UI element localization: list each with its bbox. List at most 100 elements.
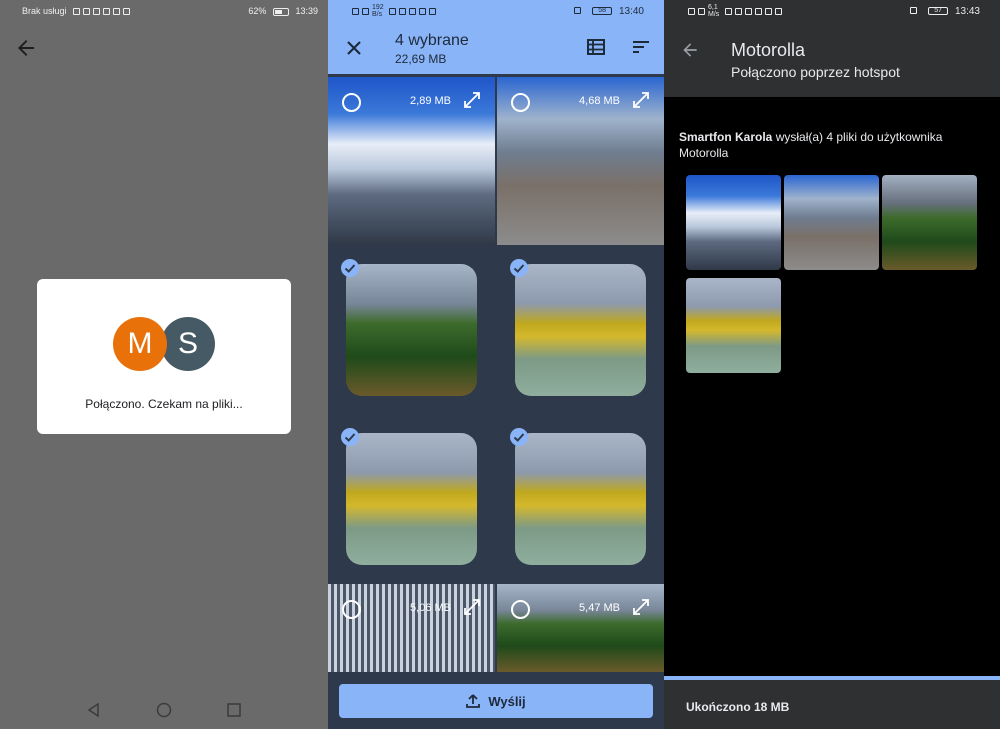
messenger-icon [419,7,426,15]
battery-percent: 58 [598,6,607,14]
sim-icon [352,7,359,15]
facebook-icon [113,8,121,16]
close-icon[interactable] [344,38,364,58]
vibrate-icon [574,6,582,14]
photo-thumbnail [515,433,646,565]
sim-icon [73,8,81,16]
photo-thumbnail [346,433,477,565]
waiting-message: Połączono. Czekam na pliki... [85,397,243,411]
photo-tile[interactable] [328,415,495,583]
connection-status: Połączono poprzez hotspot [731,64,900,80]
sim-icon [688,7,695,15]
messenger-icon [103,8,111,16]
nav-recents-icon[interactable] [226,702,242,718]
nav-bar [0,690,328,729]
screen-select-files: 192 B/s 58 13:40 4 wybrane 22,69 MB 2,89… [328,0,664,729]
transfer-footer: Ukończono 18 MB [664,676,1000,729]
photo-tile[interactable]: 2,89 MB [328,77,495,245]
photo-tile[interactable] [328,246,495,414]
received-photo-thumbnail[interactable] [882,175,977,270]
selection-size: 22,69 MB [395,52,447,66]
battery-fill [274,9,282,14]
device-name: Motorolla [731,40,806,60]
file-size: 2,89 MB [410,95,451,107]
mail-icon [725,7,732,15]
file-size: 5,06 MB [410,602,451,614]
expand-icon[interactable] [632,91,650,109]
expand-icon[interactable] [463,598,481,616]
wifi-icon [83,8,91,16]
battery-icon [272,7,289,16]
photo-tile[interactable]: 5,47 MB [497,584,664,672]
calendar-icon [775,7,782,15]
arrow-left-icon[interactable] [680,40,700,60]
transfer-complete-text: Ukończono 18 MB [686,700,790,714]
mail-icon [93,8,101,16]
send-label: Wyślij [488,693,526,709]
photo-thumbnail [346,264,477,396]
check-circle-icon[interactable] [341,428,359,446]
sort-icon[interactable] [632,40,650,54]
clock: 13:40 [618,5,644,17]
network-speed: 192 B/s [372,4,384,18]
wifi-icon [698,7,705,15]
check-circle-icon[interactable] [510,428,528,446]
expand-icon[interactable] [632,598,650,616]
upload-icon [466,694,481,708]
file-size: 4,68 MB [579,95,620,107]
notification-icons: 6,1 M/s [688,4,782,18]
messenger-icon [755,7,762,15]
transfer-message: Smartfon Karola wysłał(a) 4 pliki do uży… [679,129,979,161]
select-circle-icon[interactable] [511,600,530,619]
received-photo-thumbnail[interactable] [784,175,879,270]
hourglass-icon [735,7,742,15]
nav-back-icon[interactable] [86,702,102,718]
received-photo-thumbnail[interactable] [686,175,781,270]
battery-icon: 58 [592,6,613,15]
select-circle-icon[interactable] [342,600,361,619]
status-bar: 192 B/s 58 13:40 [328,0,664,22]
status-bar: 6,1 M/s 57 13:43 [664,0,1000,22]
file-size: 5,47 MB [579,602,620,614]
send-button[interactable]: Wyślij [339,684,653,718]
nav-home-icon[interactable] [156,702,172,718]
instagram-icon [123,8,131,16]
photo-tile[interactable]: 5,06 MB [328,584,495,672]
photo-thumbnail [515,264,646,396]
screen-waiting: Brak usługi 62% 13:39 M S Połączono. Cze… [0,0,328,729]
check-circle-icon[interactable] [510,259,528,277]
notification-icons [73,8,131,16]
avatar-s: S [161,317,215,371]
clock: 13:39 [295,6,318,16]
selection-count: 4 wybrane [395,32,469,49]
received-photo-thumbnail[interactable] [686,278,781,373]
wifi-icon [362,7,369,15]
select-circle-icon[interactable] [511,93,530,112]
select-circle-icon[interactable] [342,93,361,112]
carrier-text: Brak usługi [22,6,67,16]
mail-icon [389,7,396,15]
arrow-left-icon[interactable] [14,36,38,60]
screen-received: 6,1 M/s 57 13:43 Motorolla Połączono pop… [664,0,1000,729]
photo-tile[interactable] [497,246,664,414]
phone-icon [409,7,416,15]
person-icon [429,7,436,15]
expand-icon[interactable] [463,91,481,109]
app-bar: Motorolla Połączono poprzez hotspot [664,22,1000,97]
avatar-m: M [113,317,167,371]
check-circle-icon[interactable] [341,259,359,277]
phone-icon [745,7,752,15]
clock: 13:43 [954,5,980,17]
sender-name: Smartfon Karola [679,130,773,144]
battery-percent: 57 [934,6,943,14]
person-icon [765,7,772,15]
photo-tile[interactable]: 4,68 MB [497,77,664,245]
send-bar: Wyślij [328,672,664,729]
network-speed: 6,1 M/s [708,4,720,18]
list-view-icon[interactable] [587,39,605,55]
status-bar: Brak usługi 62% 13:39 [0,0,328,22]
battery-percent: 62% [248,6,267,16]
selection-app-bar: 4 wybrane 22,69 MB [328,22,664,74]
photo-tile[interactable] [497,415,664,583]
hourglass-icon [399,7,406,15]
